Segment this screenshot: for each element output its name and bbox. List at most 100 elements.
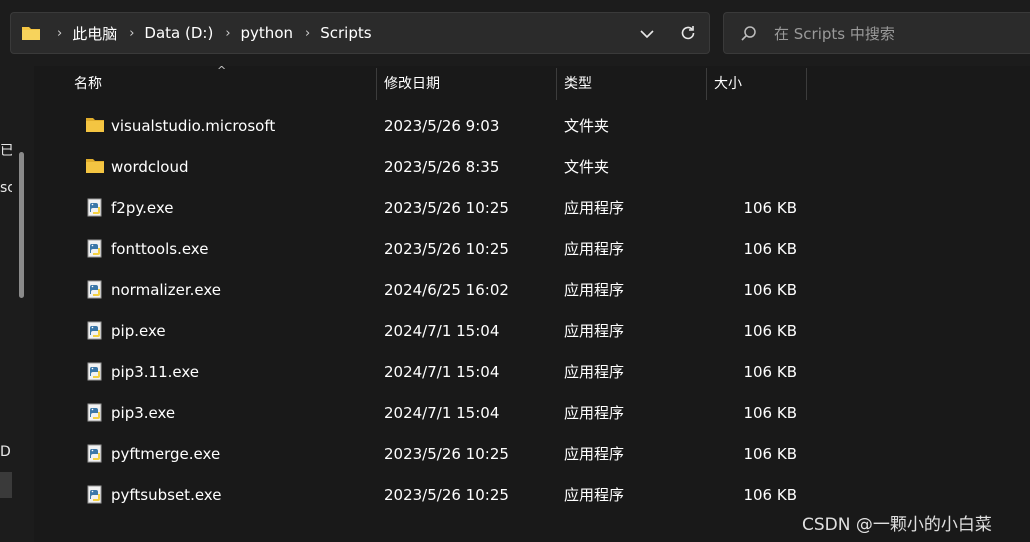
nav-item-fragment[interactable]: D ( (0, 444, 12, 460)
file-row[interactable]: pip.exe 2024/7/1 15:04 应用程序 106 KB (34, 310, 1030, 351)
file-size: 106 KB (743, 198, 797, 217)
breadcrumb-drive[interactable]: Data (D:) (144, 24, 213, 42)
chevron-right-icon[interactable]: › (305, 26, 310, 41)
file-row[interactable]: visualstudio.microsoft 2023/5/26 9:03 文件夹 (34, 105, 1030, 146)
column-header: ^ 名称 修改日期 类型 大小 (34, 64, 1030, 100)
file-date: 2023/5/26 10:25 (384, 239, 509, 258)
file-size: 106 KB (743, 280, 797, 299)
file-date: 2024/7/1 15:04 (384, 362, 500, 381)
address-bar[interactable]: › 此电脑 › Data (D:) › python › Scripts (10, 12, 710, 54)
file-row[interactable]: pyftsubset.exe 2023/5/26 10:25 应用程序 106 KB (34, 474, 1030, 515)
file-date: 2023/5/26 9:03 (384, 116, 500, 135)
top-bar: › 此电脑 › Data (D:) › python › Scripts (0, 0, 1030, 66)
file-type: 应用程序 (564, 486, 625, 504)
search-icon (740, 25, 758, 47)
python-exe-icon (85, 321, 105, 341)
nav-item-fragment[interactable]: sc (0, 180, 12, 196)
chevron-right-icon[interactable]: › (57, 26, 62, 41)
file-row[interactable]: normalizer.exe 2024/6/25 16:02 应用程序 106 KB (34, 269, 1030, 310)
breadcrumb: › 此电脑 › Data (D:) › python › Scripts (57, 13, 384, 53)
file-date: 2023/5/26 10:25 (384, 485, 509, 504)
file-type: 应用程序 (564, 240, 625, 258)
file-name: fonttools.exe (111, 239, 209, 258)
folder-icon (85, 157, 105, 177)
column-header-type[interactable]: 类型 (556, 66, 706, 100)
file-name: normalizer.exe (111, 280, 221, 299)
python-exe-icon (85, 198, 105, 218)
file-date: 2023/5/26 8:35 (384, 157, 500, 176)
python-exe-icon (85, 444, 105, 464)
nav-item-selected[interactable] (0, 472, 12, 498)
file-name-cell[interactable]: normalizer.exe (85, 269, 221, 310)
file-size (714, 105, 797, 146)
file-date: 2023/5/26 10:25 (384, 444, 509, 463)
file-row[interactable]: f2py.exe 2023/5/26 10:25 应用程序 106 KB (34, 187, 1030, 228)
file-size: 106 KB (743, 444, 797, 463)
file-type: 应用程序 (564, 199, 625, 217)
python-exe-icon (85, 280, 105, 300)
file-row[interactable]: pip3.exe 2024/7/1 15:04 应用程序 106 KB (34, 392, 1030, 433)
file-name-cell[interactable]: f2py.exe (85, 187, 173, 228)
python-exe-icon (85, 403, 105, 423)
file-type: 应用程序 (564, 281, 625, 299)
file-name-cell[interactable]: pyftmerge.exe (85, 433, 220, 474)
file-list: ^ 名称 修改日期 类型 大小 visualstudio.microsoft 2… (34, 64, 1030, 542)
file-name-cell[interactable]: visualstudio.microsoft (85, 105, 275, 146)
file-date: 2024/6/25 16:02 (384, 280, 509, 299)
file-name: pip.exe (111, 321, 166, 340)
chevron-down-icon[interactable] (639, 26, 655, 45)
file-date: 2024/7/1 15:04 (384, 321, 500, 340)
python-exe-icon (85, 362, 105, 382)
breadcrumb-this-pc[interactable]: 此电脑 (72, 23, 117, 44)
file-name-cell[interactable]: pip3.exe (85, 392, 175, 433)
file-type: 文件夹 (564, 158, 610, 176)
file-row[interactable]: pyftmerge.exe 2023/5/26 10:25 应用程序 106 KB (34, 433, 1030, 474)
column-header-name[interactable]: 名称 (66, 66, 376, 100)
column-header-size[interactable]: 大小 (706, 66, 806, 100)
nav-scrollbar[interactable] (19, 152, 24, 298)
file-type: 应用程序 (564, 445, 625, 463)
search-box[interactable] (723, 12, 1030, 54)
file-name: wordcloud (111, 157, 189, 176)
file-size: 106 KB (743, 239, 797, 258)
file-size (714, 146, 797, 187)
file-name: pyftmerge.exe (111, 444, 221, 463)
chevron-right-icon[interactable]: › (225, 26, 230, 41)
file-row[interactable]: fonttools.exe 2023/5/26 10:25 应用程序 106 KB (34, 228, 1030, 269)
python-exe-icon (85, 485, 105, 505)
file-row[interactable]: pip3.11.exe 2024/7/1 15:04 应用程序 106 KB (34, 351, 1030, 392)
search-input[interactable] (772, 21, 1026, 47)
file-name-cell[interactable]: wordcloud (85, 146, 189, 187)
watermark: CSDN @一颗小的小白菜 (802, 515, 992, 535)
file-name: pyftsubset.exe (111, 485, 222, 504)
file-type: 应用程序 (564, 363, 625, 381)
file-size: 106 KB (743, 321, 797, 340)
file-name-cell[interactable]: pip3.11.exe (85, 351, 199, 392)
python-exe-icon (85, 239, 105, 259)
breadcrumb-python[interactable]: python (241, 24, 293, 42)
file-name: f2py.exe (111, 198, 174, 217)
file-size: 106 KB (743, 403, 797, 422)
file-size: 106 KB (743, 485, 797, 504)
file-name-cell[interactable]: pyftsubset.exe (85, 474, 221, 515)
navigation-pane: 已 sc D ( (0, 66, 34, 542)
folder-icon (85, 116, 105, 136)
refresh-icon[interactable] (679, 24, 697, 46)
file-row[interactable]: wordcloud 2023/5/26 8:35 文件夹 (34, 146, 1030, 187)
chevron-right-icon[interactable]: › (129, 26, 134, 41)
breadcrumb-scripts[interactable]: Scripts (320, 24, 371, 42)
file-name-cell[interactable]: fonttools.exe (85, 228, 208, 269)
file-size: 106 KB (743, 362, 797, 381)
nav-item-fragment[interactable]: 已 (0, 140, 12, 160)
file-date: 2024/7/1 15:04 (384, 403, 500, 422)
column-divider[interactable] (806, 68, 807, 100)
file-type: 应用程序 (564, 404, 625, 422)
file-name: pip3.11.exe (111, 362, 199, 381)
column-header-date[interactable]: 修改日期 (376, 66, 556, 100)
file-type: 文件夹 (564, 117, 610, 135)
folder-icon (21, 25, 41, 45)
file-name: pip3.exe (111, 403, 176, 422)
file-name-cell[interactable]: pip.exe (85, 310, 166, 351)
file-name: visualstudio.microsoft (111, 116, 276, 135)
file-date: 2023/5/26 10:25 (384, 198, 509, 217)
